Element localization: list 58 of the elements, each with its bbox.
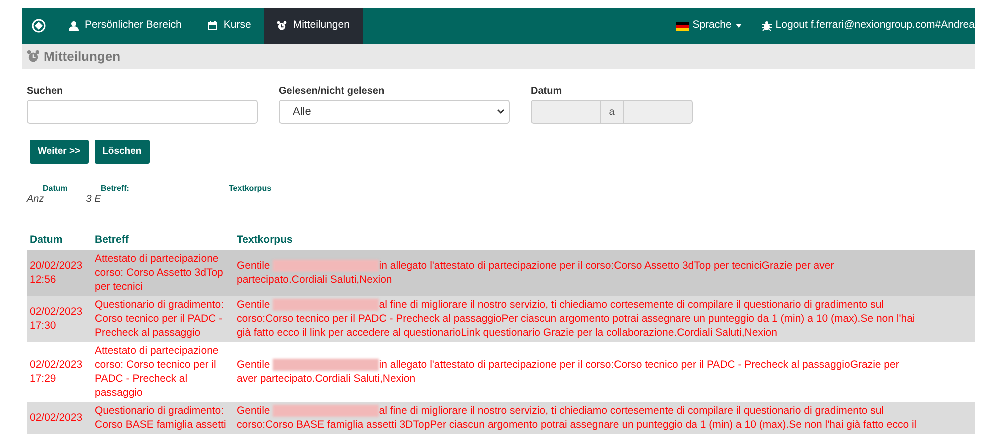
nav-tab[interactable]: Kurse — [194, 8, 264, 44]
message-body-line: corso:Corso BASE famiglia assetti 3DTopPer ciascun argomento potrai assegnare un punteggio da 1 (min) a 10 (max).Se non l'hai già fatto ecco il — [237, 418, 917, 432]
message-body-line: al fine di migliorare il nostro servizio, ti chiediamo cortesemente di compilare il questionario di gradimento sul — [379, 404, 884, 418]
column-header[interactable]: Textkorpus — [237, 234, 293, 246]
subject-cell-text: Questionario di gradimento: Corso BASE famiglia assetti — [95, 404, 228, 432]
nav-tab[interactable]: Persönlicher Bereich — [56, 8, 195, 44]
floating-column-header: Betreff: — [101, 183, 130, 195]
calendar-icon — [208, 21, 218, 31]
time-cell-text: 17:30 — [30, 319, 58, 333]
date-cell-text: 02/02/2023 — [30, 305, 84, 319]
action-button[interactable]: Löschen — [94, 140, 150, 164]
floating-column-header: Datum — [43, 183, 68, 195]
read-status-select[interactable]: Alle — [279, 100, 510, 124]
greeting-text: Gentile — [237, 298, 270, 312]
action-button[interactable]: Weiter >> — [30, 140, 89, 164]
date-cell-text: 02/02/2023 — [30, 358, 84, 372]
chevron-down-icon — [497, 109, 505, 115]
message-body-line: in allegato l'attestato di partecipazione per il corso:Corso Assetto 3dTop per tecniciGrazie per aver — [379, 259, 834, 273]
subject-cell-text: Attestato di partecipazione corso: Corso tecnico per il PADC - Precheck al passaggio — [95, 344, 220, 400]
column-header[interactable]: Datum — [30, 234, 63, 246]
message-body-line: aver partecipato.Cordiali Saluti,Nexion — [237, 372, 416, 386]
caret-icon — [736, 24, 742, 28]
search-field[interactable] — [27, 100, 258, 124]
bug-icon — [762, 21, 772, 31]
nav-tab[interactable]: Mitteilungen — [264, 8, 363, 44]
field-label: Datum — [531, 85, 564, 98]
message-body-line: corso:Corso tecnico per il PADC - Precheck al passaggioPer ciascun argomento potrai assegnare un punteggio da 1 (min) a 10 (max).Se non l'hai — [237, 312, 916, 326]
date-cell-text: 20/02/2023 — [30, 259, 84, 273]
user-icon — [69, 21, 79, 31]
page-title: Mitteilungen — [44, 48, 121, 66]
date-to-field[interactable] — [623, 100, 693, 124]
alarm-clock-icon — [27, 50, 40, 63]
language-menu[interactable]: Sprache — [676, 8, 762, 44]
subject-cell-text: Attestato di partecipazione corso: Corso Assetto 3dTop per tecnici — [95, 252, 224, 294]
message-body-line: al fine di migliorare il nostro servizio, ti chiediamo cortesemente di compilare il questionario di gradimento sul — [379, 298, 884, 312]
message-row[interactable] — [27, 296, 975, 342]
time-cell-text: 17:29 — [30, 372, 58, 386]
time-cell-text: 12:56 — [30, 273, 58, 287]
greeting-text: Gentile — [237, 259, 270, 273]
field-label: Suchen — [27, 85, 64, 98]
date-from-field[interactable] — [531, 100, 601, 124]
greeting-text: Gentile — [237, 404, 270, 418]
message-row[interactable] — [27, 250, 975, 296]
date-range-separator: a — [601, 100, 623, 124]
field-label: Gelesen/nicht gelesen — [279, 85, 386, 98]
floating-column-header: Textkorpus — [229, 183, 272, 195]
subject-cell-text: Questionario di gradimento: Corso tecnico per il PADC - Precheck al passaggio — [95, 298, 225, 340]
result-count-fragment: Anz — [27, 193, 44, 207]
german-flag-icon — [676, 22, 689, 30]
message-body-line: in allegato l'attestato di partecipazione per il corso:Corso tecnico per il PADC - Precheck al passaggioGrazie per — [379, 358, 900, 372]
message-body-line: partecipato.Cordiali Saluti,Nexion — [237, 273, 392, 287]
message-body-line: già fatto ecco il link per accedere al questionarioLink questionario Grazie per la collaborazione.Cordiali Saluti,Nexion — [237, 326, 778, 340]
alarm-clock-icon — [277, 21, 288, 31]
date-cell-text: 02/02/2023 — [30, 411, 84, 425]
column-header[interactable]: Betreff — [95, 234, 129, 246]
logout-link[interactable]: Logout f.ferrari@nexiongroup.com#Andrea — [762, 8, 975, 44]
greeting-text: Gentile — [237, 358, 270, 372]
result-count-fragment: 3 E — [86, 193, 102, 207]
